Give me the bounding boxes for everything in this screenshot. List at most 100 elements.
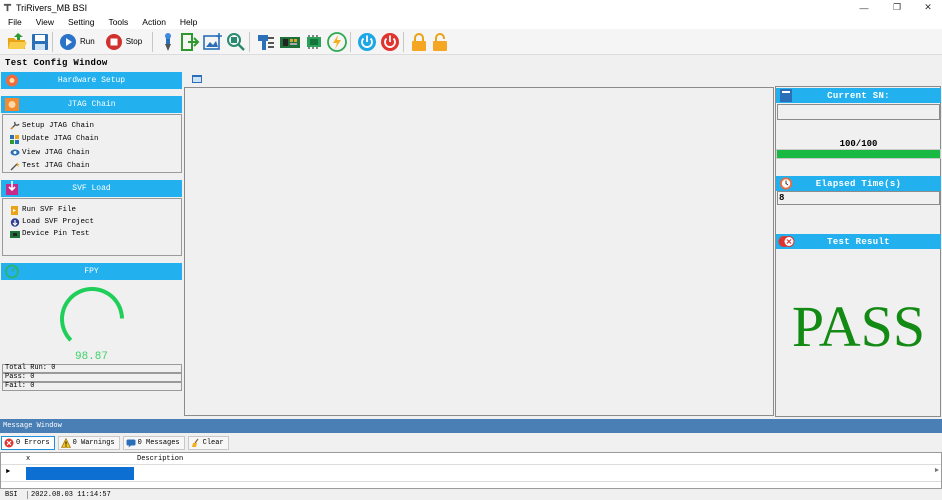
view-jtag-chain-item[interactable]: View JTAG Chain [3, 146, 181, 160]
test-result-value: PASS [791, 294, 926, 359]
progress-bar [776, 149, 941, 159]
svf-load-list: Run SVF File Load SVF Project Device Pin… [2, 198, 182, 256]
export-icon [181, 32, 200, 51]
lock-icon [412, 32, 427, 51]
minimize-button[interactable]: — [850, 0, 878, 15]
run-label: Run [80, 37, 95, 46]
hardware-setup-header[interactable]: Hardware Setup [1, 72, 182, 89]
eye-icon [10, 149, 20, 156]
window-tab-icon[interactable] [192, 75, 202, 83]
clear-button-label: Clear [202, 438, 224, 447]
svf-load-header[interactable]: SVF Load [1, 180, 182, 197]
warnings-tab-label: 0 Warnings [72, 438, 115, 447]
image-add-button[interactable] [203, 31, 223, 53]
open-button[interactable] [6, 31, 28, 53]
load-project-icon [10, 217, 20, 227]
fail-stat: Fail: 0 [2, 382, 182, 391]
elapsed-time-value: 8 [777, 191, 940, 205]
messages-tab[interactable]: 0 Messages [122, 435, 185, 450]
progress-text: 100/100 [839, 139, 878, 149]
stop-label: Stop [125, 37, 143, 46]
power-on-button[interactable] [357, 31, 377, 53]
fpy-value: 98.87 [74, 351, 108, 363]
update-grid-icon [10, 134, 19, 144]
image-add-icon [203, 32, 223, 50]
board-button[interactable] [279, 31, 301, 53]
status-timestamp: 2022.08.03 11:14:57 [31, 491, 111, 499]
test-config-canvas[interactable] [184, 87, 774, 416]
selected-cell[interactable] [26, 467, 134, 480]
current-sn-header: Current SN: [776, 88, 941, 103]
update-jtag-chain-item[interactable]: Update JTAG Chain [3, 133, 181, 147]
errors-tab-label: 0 Errors [16, 438, 50, 447]
menu-setting[interactable]: Setting [60, 17, 100, 27]
programmer-button[interactable] [256, 31, 276, 53]
app-icon [3, 3, 12, 12]
total-run-stat: Total Run: 0 [2, 364, 182, 373]
fpy-icon [5, 264, 19, 279]
close-button[interactable]: ✕ [914, 0, 942, 15]
chip-button[interactable] [304, 31, 324, 53]
jtag-chain-list: Setup JTAG Chain Update JTAG Chain View … [2, 114, 182, 173]
grid-col-description: Description [137, 455, 184, 463]
grid-col-x: x [26, 455, 31, 463]
svf-load-icon [6, 181, 18, 195]
clear-button[interactable]: Clear [187, 435, 229, 450]
menu-view[interactable]: View [28, 17, 60, 27]
view-jtag-chain-label: View JTAG Chain [22, 148, 90, 157]
lock-button[interactable] [410, 31, 428, 53]
message-icon [126, 439, 136, 447]
power-off-button[interactable] [380, 31, 400, 53]
pin-test-icon [10, 230, 20, 238]
table-row[interactable]: ► [1, 466, 941, 482]
toolbar-separator [350, 31, 352, 52]
center-tab-strip [184, 72, 774, 86]
stop-button[interactable]: Stop [105, 31, 142, 53]
setup-jtag-chain-item[interactable]: Setup JTAG Chain [3, 119, 181, 133]
toolbar-separator [403, 31, 405, 52]
load-svf-project-item[interactable]: Load SVF Project [3, 216, 181, 228]
menu-file[interactable]: File [0, 17, 28, 27]
chip-green-icon [307, 34, 322, 49]
menu-bar: File View Setting Tools Action Help [0, 15, 942, 29]
fpy-header: FPY [1, 263, 182, 280]
lightning-icon [327, 31, 348, 52]
lightning-button[interactable] [327, 31, 348, 53]
warnings-tab[interactable]: 0 Warnings [57, 435, 120, 450]
message-tabs: 0 Errors 0 Warnings 0 Messages Clear [0, 434, 942, 451]
jtag-chain-label: JTAG Chain [67, 100, 116, 109]
save-icon [32, 33, 48, 50]
scroll-right-icon[interactable]: ► [935, 467, 939, 475]
fpy-label: FPY [84, 267, 99, 276]
open-folder-icon [8, 32, 27, 49]
probe-button[interactable] [159, 31, 177, 53]
run-svf-file-item[interactable]: Run SVF File [3, 204, 181, 216]
test-jtag-chain-item[interactable]: Test JTAG Chain [3, 160, 181, 174]
svf-load-label: SVF Load [72, 184, 111, 193]
menu-action[interactable]: Action [134, 17, 172, 27]
export-button[interactable] [180, 31, 200, 53]
title-bar: TriRivers_MB BSI — ❐ ✕ [0, 0, 942, 15]
save-button[interactable] [31, 31, 49, 53]
test-wand-icon [10, 161, 20, 171]
right-panel: Current SN: 100/100 Elapsed Time(s) 8 Te… [775, 86, 941, 417]
elapsed-time-label: Elapsed Time(s) [815, 178, 902, 189]
jtag-chain-header[interactable]: JTAG Chain [1, 96, 182, 113]
unlock-button[interactable] [431, 31, 449, 53]
update-jtag-chain-label: Update JTAG Chain [22, 135, 99, 144]
elapsed-time-header: Elapsed Time(s) [776, 176, 941, 191]
menu-tools[interactable]: Tools [100, 17, 134, 27]
toolbar-separator [52, 31, 53, 52]
fpy-gauge [60, 287, 124, 342]
result-icon [778, 236, 795, 247]
warning-icon [60, 437, 71, 448]
test-result-label: Test Result [827, 236, 890, 247]
programmer-icon [258, 34, 275, 50]
menu-help[interactable]: Help [172, 17, 203, 27]
restore-button[interactable]: ❐ [883, 0, 911, 15]
run-svf-file-label: Run SVF File [22, 206, 77, 214]
errors-tab[interactable]: 0 Errors [1, 435, 55, 450]
search-chip-button[interactable] [226, 31, 246, 53]
device-pin-test-item[interactable]: Device Pin Test [3, 228, 181, 240]
run-button[interactable]: Run [59, 31, 95, 53]
